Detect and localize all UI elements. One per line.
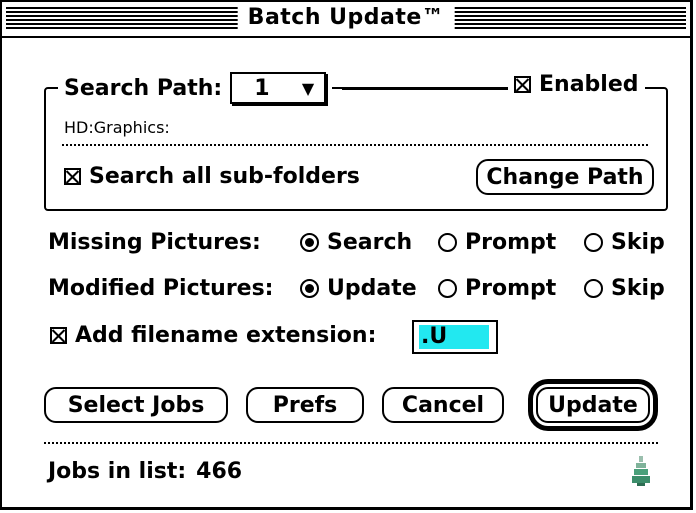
modified-prompt-radio[interactable] [438, 279, 457, 298]
modified-prompt-label: Prompt [465, 276, 557, 301]
modified-pictures-label: Modified Pictures: [48, 276, 273, 301]
status-divider [44, 442, 658, 444]
missing-skip-label: Skip [611, 230, 665, 255]
subfolders-checkbox-row[interactable]: Search all sub-folders [64, 164, 360, 189]
missing-pictures-label: Missing Pictures: [48, 230, 261, 255]
jobs-in-list-label: Jobs in list: [48, 459, 187, 484]
modified-skip-radio[interactable] [584, 279, 603, 298]
extension-field-value: .U [419, 325, 489, 349]
search-path-popup-value: 1 [254, 75, 270, 101]
window-title: Batch Update™ [237, 3, 455, 33]
app-logo-icon [632, 456, 650, 486]
update-button[interactable]: Update [528, 379, 658, 431]
missing-option-search[interactable]: Search [300, 230, 412, 255]
search-path-label: Search Path: [64, 75, 223, 101]
extension-checkbox-row[interactable]: Add filename extension: [50, 323, 376, 348]
extension-checkbox[interactable] [50, 327, 67, 344]
title-bar[interactable]: Batch Update™ [2, 2, 690, 38]
batch-update-window: Batch Update™ Search Path: 1 ▼ Enabled H… [0, 0, 693, 510]
jobs-in-list-count: 466 [196, 459, 243, 484]
missing-option-skip[interactable]: Skip [584, 230, 665, 255]
missing-pictures-label-text: Missing Pictures: [48, 230, 261, 255]
missing-search-label: Search [327, 230, 413, 255]
chevron-down-icon: ▼ [301, 78, 315, 98]
modified-option-update[interactable]: Update [300, 276, 417, 301]
modified-pictures-label-text: Modified Pictures: [48, 276, 274, 301]
subfolders-checkbox[interactable] [64, 168, 81, 185]
jobs-status: Jobs in list: 466 [48, 459, 242, 484]
extension-field[interactable]: .U [412, 320, 498, 354]
modified-update-radio[interactable] [300, 279, 319, 298]
missing-search-radio[interactable] [300, 233, 319, 252]
enabled-checkbox-row[interactable]: Enabled [508, 72, 645, 97]
extension-label: Add filename extension: [75, 323, 377, 348]
change-path-button[interactable]: Change Path [476, 159, 654, 195]
group-divider-line [342, 88, 512, 90]
enabled-checkbox[interactable] [514, 76, 531, 93]
missing-prompt-radio[interactable] [438, 233, 457, 252]
cancel-button[interactable]: Cancel [382, 387, 504, 423]
prefs-button[interactable]: Prefs [246, 387, 364, 423]
path-divider [62, 144, 648, 146]
subfolders-label: Search all sub-folders [89, 164, 360, 189]
modified-option-prompt[interactable]: Prompt [438, 276, 556, 301]
modified-update-label: Update [327, 276, 417, 301]
modified-skip-label: Skip [611, 276, 665, 301]
search-path-popup[interactable]: 1 ▼ [230, 72, 327, 104]
select-jobs-button[interactable]: Select Jobs [44, 387, 228, 423]
search-path-value: HD:Graphics: [64, 118, 170, 137]
missing-skip-radio[interactable] [584, 233, 603, 252]
missing-option-prompt[interactable]: Prompt [438, 230, 556, 255]
enabled-label: Enabled [539, 72, 639, 97]
search-path-legend: Search Path: 1 ▼ [58, 72, 333, 104]
missing-prompt-label: Prompt [465, 230, 557, 255]
modified-option-skip[interactable]: Skip [584, 276, 665, 301]
